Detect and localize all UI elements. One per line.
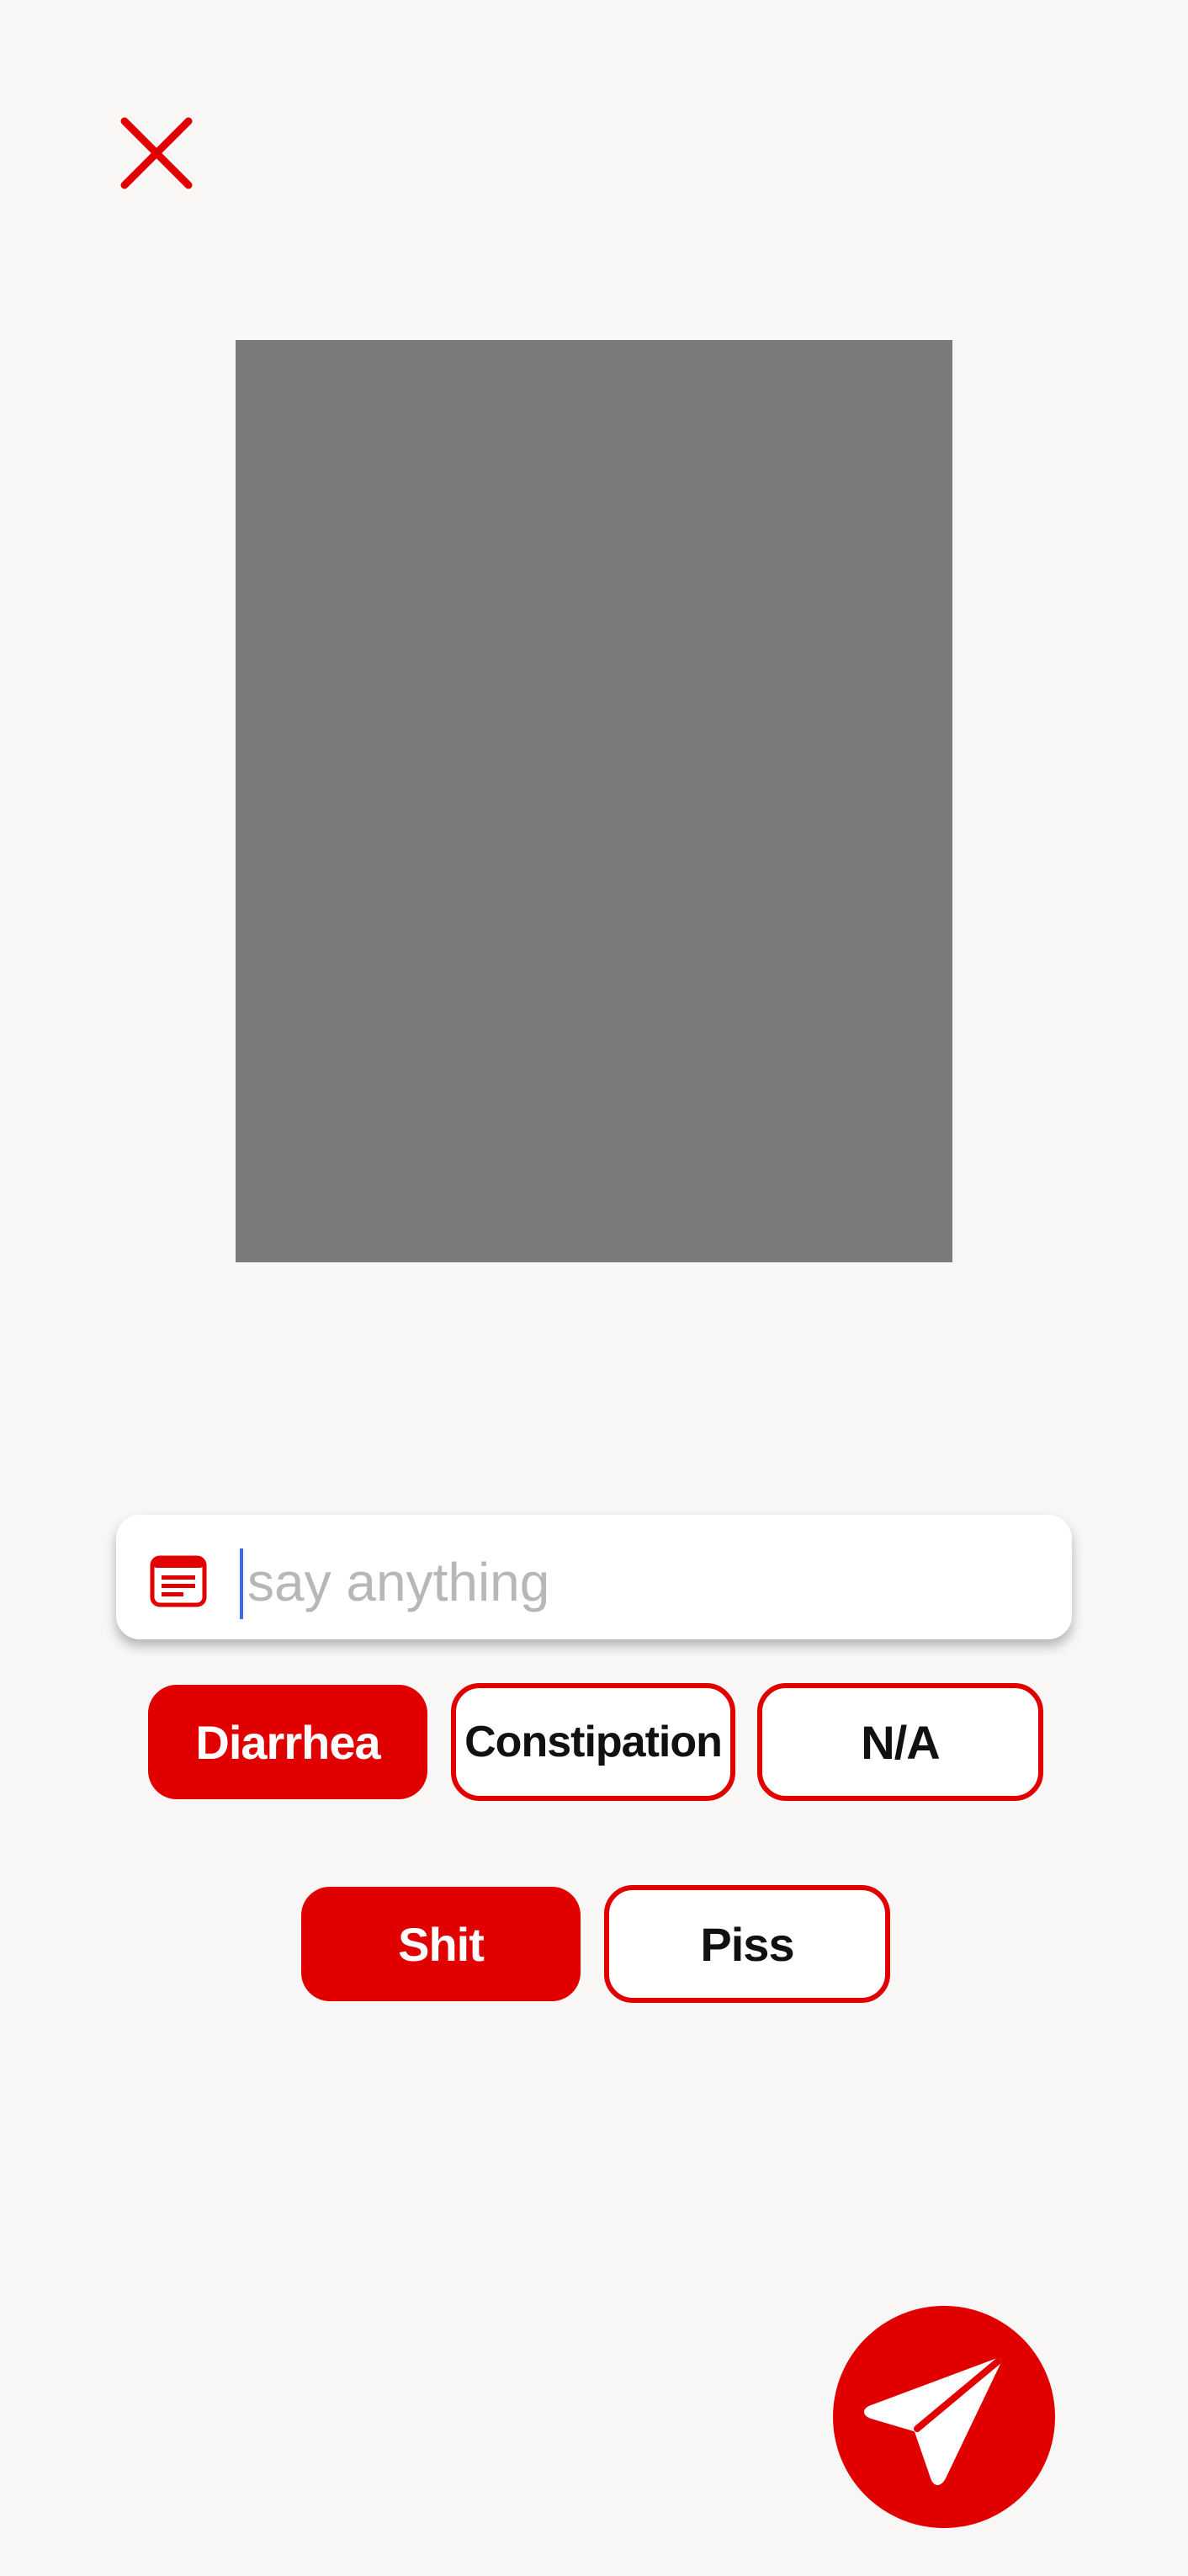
send-button[interactable] [833,2306,1055,2528]
comment-input[interactable] [247,1532,1047,1633]
paper-plane-icon [864,2358,1001,2485]
chip-diarrhea[interactable]: Diarrhea [148,1685,427,1799]
close-x-icon [120,117,193,189]
close-button[interactable] [118,114,195,192]
photo-preview [236,340,952,1262]
comment-input-card[interactable] [116,1515,1072,1639]
post-composer-screen: Diarrhea Constipation N/A Shit Piss [0,0,1188,2576]
text-caret [240,1548,243,1619]
chip-shit[interactable]: Shit [301,1887,581,2001]
chip-na[interactable]: N/A [757,1683,1043,1801]
note-icon [150,1555,207,1607]
chip-constipation[interactable]: Constipation [451,1683,735,1801]
chip-piss[interactable]: Piss [604,1885,890,2003]
